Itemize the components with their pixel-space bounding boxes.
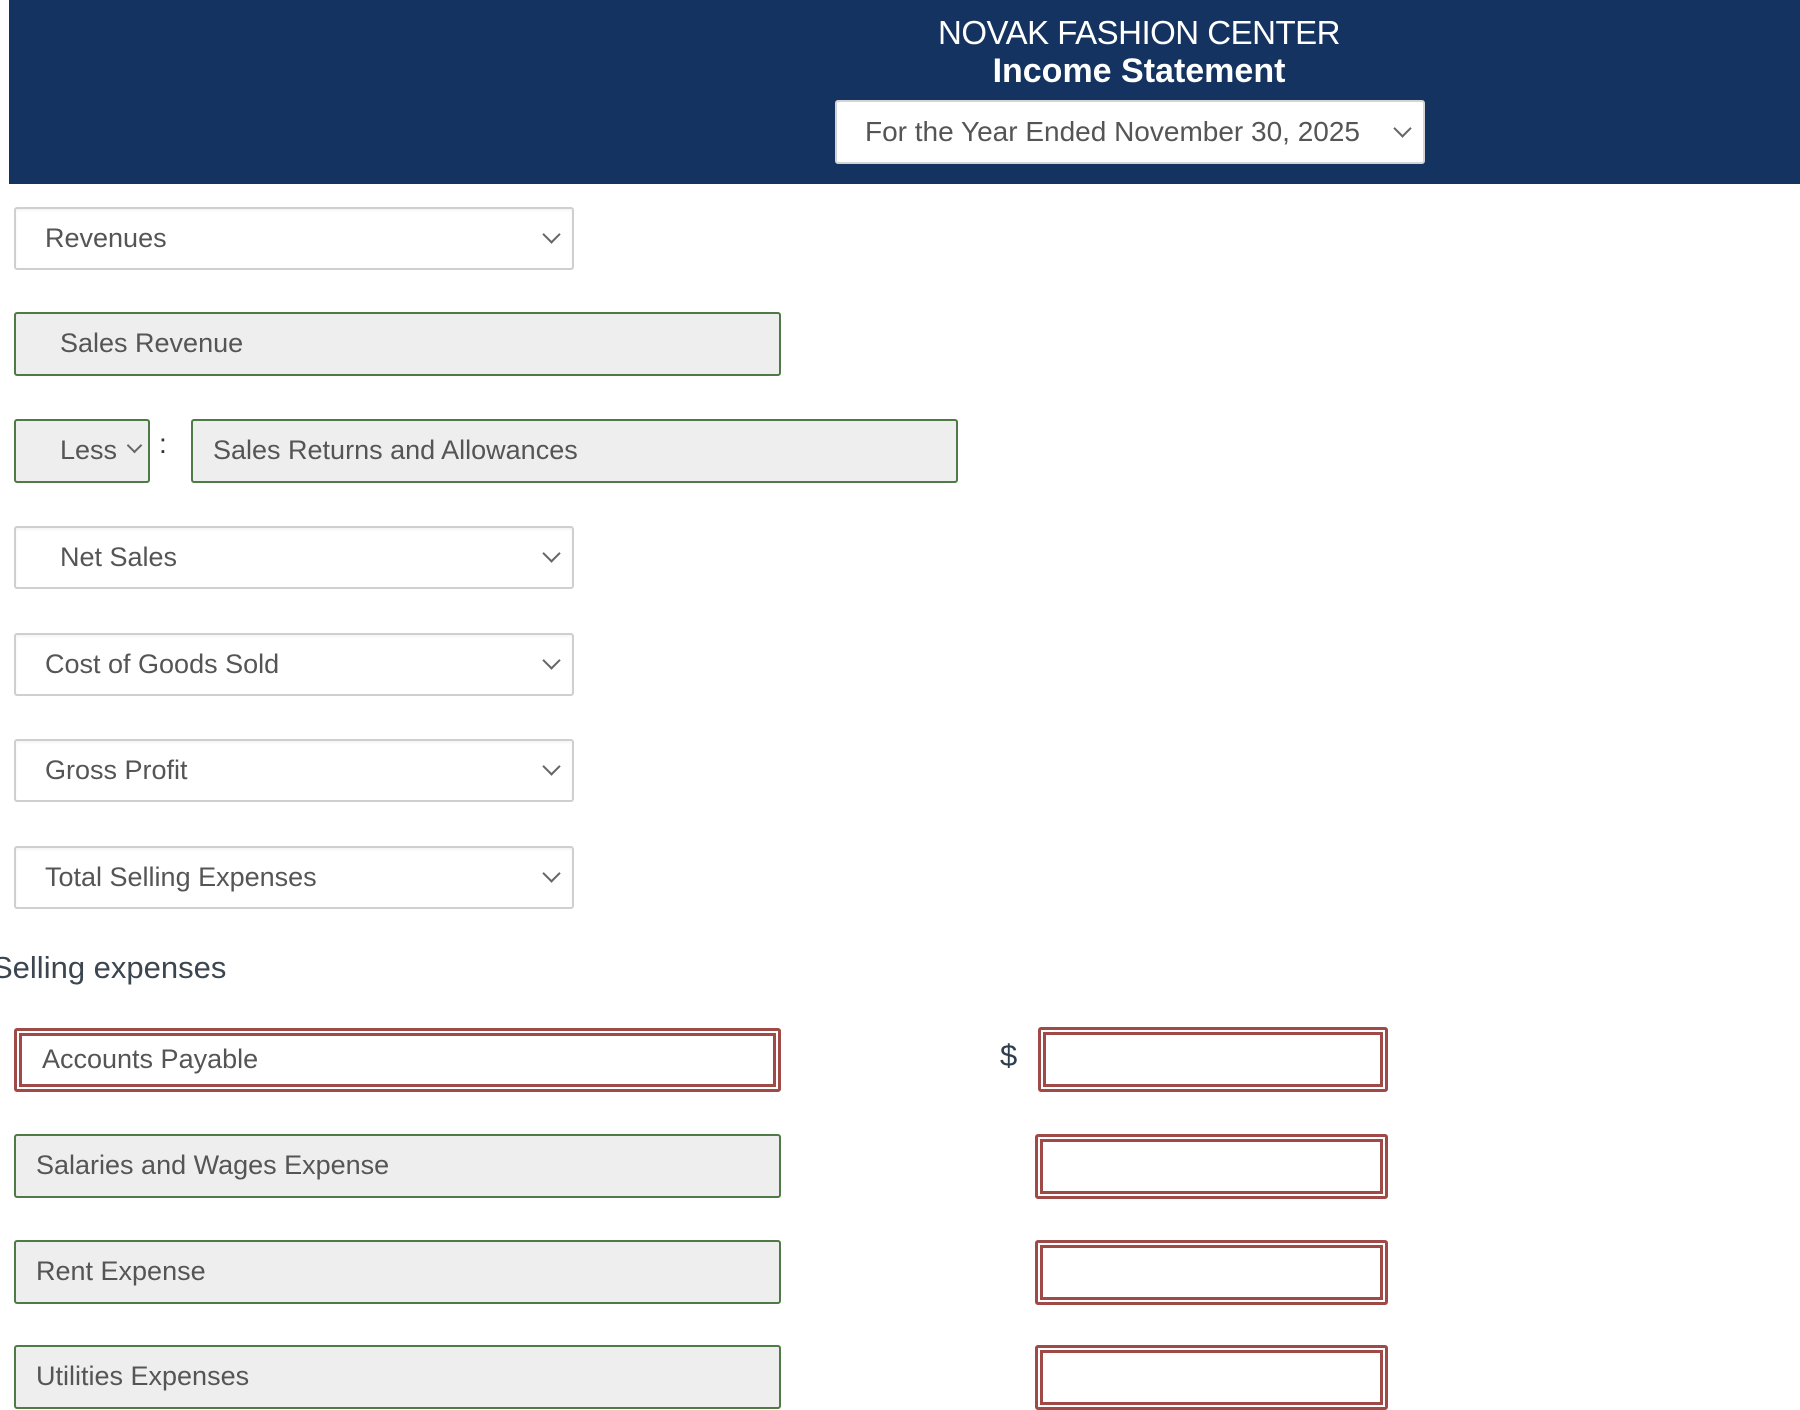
dollar-sign: $ [1000,1038,1018,1073]
statement-title: Income Statement [992,52,1286,90]
expense-account-field[interactable]: Salaries and Wages Expense [14,1134,781,1198]
net-sales-select[interactable]: Net Sales [14,526,574,589]
expense-account-value: Salaries and Wages Expense [36,1150,390,1180]
sales-revenue-field[interactable]: Sales Revenue [14,312,781,376]
total-selling-select-value: Total Selling Expenses [45,862,317,892]
less-select[interactable]: Less [14,419,150,483]
expense-amount-input[interactable] [1035,1134,1388,1199]
gross-profit-select[interactable]: Gross Profit [14,739,574,802]
chevron-down-icon [542,651,561,670]
chevron-down-icon [1393,119,1412,138]
net-sales-select-value: Net Sales [60,542,178,572]
period-select[interactable]: For the Year Ended November 30, 2025 [835,100,1425,164]
period-select-value: For the Year Ended November 30, 2025 [865,116,1361,147]
sales-returns-value: Sales Returns and Allowances [213,435,578,465]
sales-revenue-value: Sales Revenue [60,328,244,358]
cost-of-goods-sold-select[interactable]: Cost of Goods Sold [14,633,574,696]
expense-account-field[interactable]: Accounts Payable [14,1028,781,1092]
colon-separator: : [159,428,167,459]
cogs-select-value: Cost of Goods Sold [45,649,280,679]
gross-profit-select-value: Gross Profit [45,755,188,785]
expense-amount-input[interactable] [1035,1240,1388,1305]
chevron-down-icon [542,864,561,883]
expense-account-value: Accounts Payable [42,1044,259,1074]
expense-amount-input[interactable] [1038,1027,1388,1092]
revenues-select-value: Revenues [45,223,167,253]
chevron-down-icon [542,225,561,244]
expense-account-field[interactable]: Rent Expense [14,1240,781,1304]
chevron-down-icon [126,437,143,454]
expense-account-value: Rent Expense [36,1256,206,1286]
revenues-select[interactable]: Revenues [14,207,574,270]
total-selling-expenses-select[interactable]: Total Selling Expenses [14,846,574,909]
less-select-value: Less [60,435,118,465]
company-name: NOVAK FASHION CENTER [938,14,1340,51]
chevron-down-icon [542,757,561,776]
chevron-down-icon [542,544,561,563]
sales-returns-field[interactable]: Sales Returns and Allowances [191,419,958,483]
expense-account-value: Utilities Expenses [36,1361,250,1391]
expense-account-field[interactable]: Utilities Expenses [14,1345,781,1409]
selling-expenses-label: Selling expenses [0,950,227,985]
